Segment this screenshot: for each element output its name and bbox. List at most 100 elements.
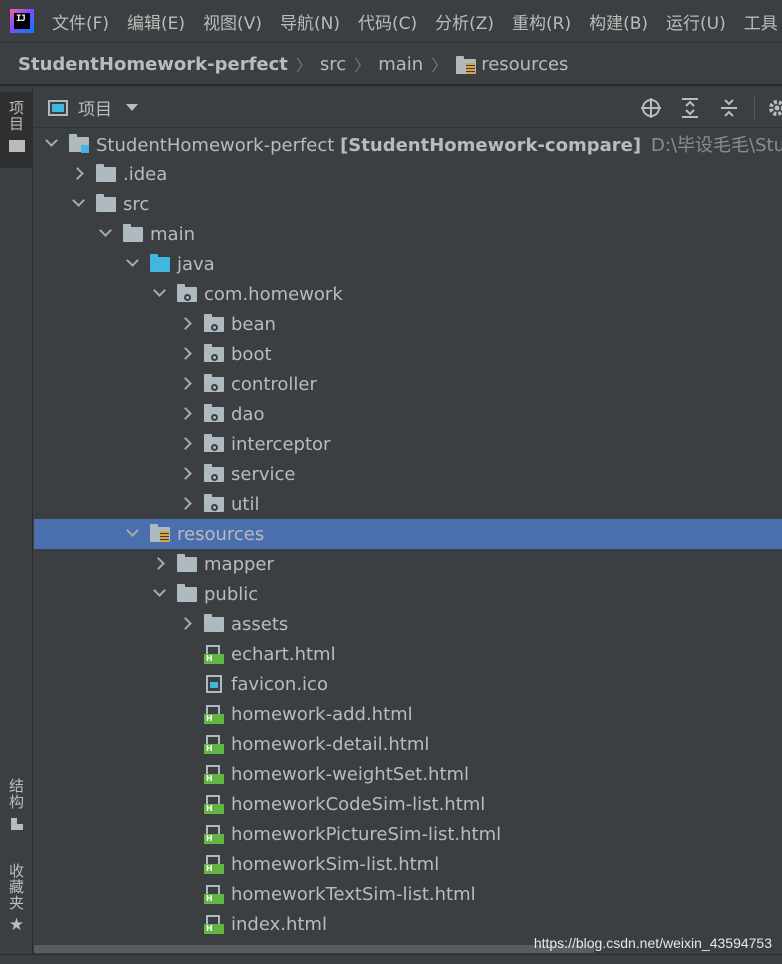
breadcrumb-resources[interactable]: resources [481, 54, 568, 75]
view-dropdown-icon[interactable] [126, 104, 138, 111]
project-panel-header: 项目 [34, 88, 782, 128]
favorites-tool-tab[interactable]: 收藏夹 ★ [0, 863, 33, 943]
tree-row[interactable]: boot [34, 339, 782, 369]
tree-row[interactable]: HhomeworkPictureSim-list.html [34, 819, 782, 849]
tree-item-label: homeworkPictureSim-list.html [231, 823, 502, 845]
tree-row[interactable]: Hhomework-detail.html [34, 729, 782, 759]
tree-row-root[interactable]: StudentHomework-perfect [StudentHomework… [34, 129, 782, 159]
tree-item-label: mapper [204, 553, 274, 575]
tree-item-label: assets [231, 613, 289, 635]
tree-row[interactable]: util [34, 489, 782, 519]
tree-row[interactable]: bean [34, 309, 782, 339]
tree-row[interactable]: com.homework [34, 279, 782, 309]
tree-row[interactable]: Hhomework-weightSet.html [34, 759, 782, 789]
expand-all-icon[interactable] [679, 97, 701, 119]
breadcrumb-separator-icon: 〉 [431, 56, 448, 75]
left-tool-strip: 项目 结构 收藏夹 ★ [0, 88, 33, 964]
chevron-down-icon[interactable] [150, 579, 170, 609]
tree-item-label: com.homework [204, 283, 343, 305]
chevron-right-icon[interactable] [177, 399, 197, 429]
html-file-icon: H [203, 704, 225, 724]
tree-row[interactable]: dao [34, 399, 782, 429]
chevron-down-icon[interactable] [69, 189, 89, 219]
chevron-down-icon[interactable] [123, 249, 143, 279]
chevron-right-icon[interactable] [177, 459, 197, 489]
html-file-icon: H [203, 824, 225, 844]
tree-row[interactable]: controller [34, 369, 782, 399]
tree-row[interactable]: service [34, 459, 782, 489]
project-tool-tab[interactable]: 项目 [0, 92, 33, 168]
tree-row[interactable]: Hechart.html [34, 639, 782, 669]
menu-tools[interactable]: 工具 [744, 9, 778, 34]
breadcrumb-main[interactable]: main [378, 54, 423, 75]
tree-row[interactable]: java [34, 249, 782, 279]
menu-build[interactable]: 构建(B) [589, 9, 648, 34]
html-file-icon: H [203, 854, 225, 874]
chevron-down-icon[interactable] [123, 519, 143, 549]
chevron-right-icon[interactable] [69, 159, 89, 189]
tree-row[interactable]: .idea [34, 159, 782, 189]
chevron-right-icon[interactable] [177, 339, 197, 369]
favorites-tab-label: 收藏夹 [7, 863, 25, 911]
tree-row[interactable]: favicon.ico [34, 669, 782, 699]
chevron-right-icon[interactable] [150, 549, 170, 579]
tree-item-label: homeworkSim-list.html [231, 853, 440, 875]
breadcrumb-separator-icon: 〉 [295, 56, 312, 75]
tree-row[interactable]: HhomeworkSim-list.html [34, 849, 782, 879]
tree-row[interactable]: public [34, 579, 782, 609]
chevron-down-icon[interactable] [42, 129, 62, 159]
chevron-right-icon[interactable] [177, 429, 197, 459]
menu-bar: IJ 文件(F) 编辑(E) 视图(V) 导航(N) 代码(C) 分析(Z) 重… [0, 0, 782, 43]
html-file-icon: H [203, 914, 225, 934]
tree-row[interactable]: mapper [34, 549, 782, 579]
settings-icon[interactable] [766, 97, 782, 119]
intellij-logo-icon: IJ [10, 9, 34, 33]
project-tab-label: 项目 [7, 100, 25, 132]
structure-icon [10, 818, 23, 830]
chevron-right-icon[interactable] [177, 309, 197, 339]
locate-icon[interactable] [640, 97, 662, 119]
tree-row[interactable]: src [34, 189, 782, 219]
chevron-right-icon[interactable] [177, 369, 197, 399]
watermark: https://blog.csdn.net/weixin_43594753 [533, 935, 772, 951]
folder-icon [203, 614, 225, 634]
tree-root-label: StudentHomework-perfect [StudentHomework… [96, 135, 782, 156]
breadcrumb-project[interactable]: StudentHomework-perfect [18, 54, 288, 75]
chevron-down-icon[interactable] [150, 279, 170, 309]
tree-item-label: util [231, 493, 260, 515]
tree-row[interactable]: interceptor [34, 429, 782, 459]
tree-row[interactable]: HhomeworkCodeSim-list.html [34, 789, 782, 819]
html-file-icon: H [203, 884, 225, 904]
menu-navigate[interactable]: 导航(N) [280, 9, 340, 34]
menu-file[interactable]: 文件(F) [52, 9, 109, 34]
package-icon [203, 314, 225, 334]
tree-row[interactable]: assets [34, 609, 782, 639]
menu-run[interactable]: 运行(U) [666, 9, 726, 34]
breadcrumb-src[interactable]: src [320, 54, 346, 75]
chevron-right-icon[interactable] [177, 489, 197, 519]
tree-item-label: homeworkCodeSim-list.html [231, 793, 486, 815]
tree-row[interactable]: Hhomework-add.html [34, 699, 782, 729]
tree-row[interactable]: resources [34, 519, 782, 549]
collapse-all-icon[interactable] [718, 97, 740, 119]
menu-analyze[interactable]: 分析(Z) [435, 9, 494, 34]
tree-row[interactable]: HhomeworkTextSim-list.html [34, 879, 782, 909]
structure-tool-tab[interactable]: 结构 [0, 778, 33, 848]
tree-row[interactable]: main [34, 219, 782, 249]
tree-item-label: favicon.ico [231, 673, 328, 695]
toolbar-divider [754, 96, 755, 120]
tree-item-label: homework-add.html [231, 703, 413, 725]
chevron-down-icon[interactable] [96, 219, 116, 249]
menu-code[interactable]: 代码(C) [358, 9, 417, 34]
chevron-right-icon[interactable] [177, 609, 197, 639]
menu-refactor[interactable]: 重构(R) [512, 9, 571, 34]
menu-edit[interactable]: 编辑(E) [127, 9, 185, 34]
resources-folder-icon [149, 524, 171, 544]
package-icon [203, 404, 225, 424]
scrollbar-thumb[interactable] [34, 945, 594, 953]
menu-view[interactable]: 视图(V) [203, 9, 262, 34]
bottom-tool-strip [0, 954, 782, 964]
folder-icon [122, 224, 144, 244]
